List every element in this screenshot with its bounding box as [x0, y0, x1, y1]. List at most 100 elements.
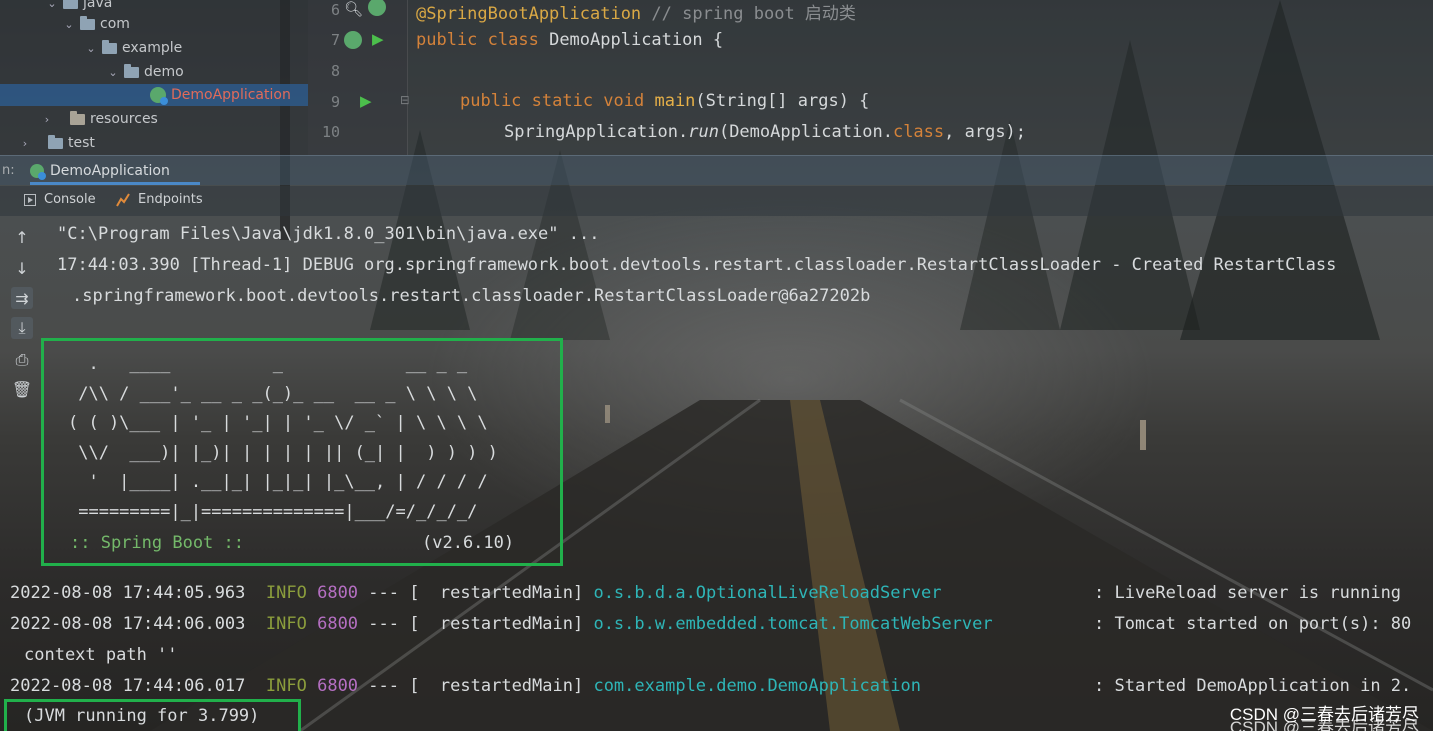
clear-all-icon[interactable]: 🗑︎: [11, 378, 33, 400]
search-bean-icon[interactable]: 🔍︎: [344, 0, 363, 18]
tab-console[interactable]: Console: [24, 192, 96, 207]
tree-item-test[interactable]: › test: [18, 132, 95, 154]
log-thread: --- [ restartedMain]: [358, 676, 594, 696]
line-number: 8: [330, 62, 340, 80]
log-level: INFO: [265, 583, 307, 603]
spring-boot-ascii-banner: . ____ _ __ _ _ /\\ / ___'_ __ _ _(_)_ _…: [68, 354, 498, 522]
tab-endpoints[interactable]: Endpoints: [116, 192, 203, 207]
editor-gutter: 6 7 8 9 10 🔍︎ ▶ ▶ ⊟: [308, 0, 410, 155]
annotation-token: @SpringBootApplication: [416, 4, 642, 24]
scroll-to-end-icon[interactable]: ⤓: [11, 317, 33, 339]
chevron-down-icon[interactable]: ⌄: [62, 18, 76, 31]
log-logger[interactable]: com.example.demo.DemoApplication: [593, 676, 921, 696]
line-number: 9: [330, 93, 340, 111]
scroll-up-icon[interactable]: ↑: [11, 226, 33, 248]
console-line: "C:\Program Files\Java\jdk1.8.0_301\bin\…: [57, 224, 600, 244]
line-number: 6: [330, 1, 340, 19]
code-editor[interactable]: @SpringBootApplication // spring boot 启动…: [408, 0, 1433, 155]
tree-item-label: test: [68, 135, 95, 151]
code-token: , args);: [944, 122, 1027, 142]
tree-item-label: example: [122, 40, 183, 56]
console-icon: [24, 193, 36, 206]
folder-icon: [48, 134, 63, 149]
line-number: 7: [330, 31, 340, 49]
tab-label: Endpoints: [138, 192, 203, 207]
console-line: 17:44:03.390 [Thread-1] DEBUG org.spring…: [57, 255, 1337, 275]
package-icon: [124, 63, 139, 78]
log-pid: 6800: [317, 583, 359, 603]
watermark: CSDN @三春去后诸芳尽: [1229, 718, 1419, 731]
scroll-down-icon[interactable]: ↓: [11, 257, 33, 279]
class-name-token: DemoApplication {: [538, 30, 724, 50]
code-line-9: public static void main(String[] args) {: [460, 91, 869, 111]
tree-item-example[interactable]: ⌄ example: [84, 37, 182, 59]
endpoints-icon: [116, 192, 130, 206]
log-logger[interactable]: o.s.b.w.embedded.tomcat.TomcatWebServer: [593, 614, 992, 634]
chevron-right-icon[interactable]: ›: [18, 137, 32, 150]
tree-item-label: demo: [144, 64, 184, 80]
log-logger[interactable]: o.s.b.d.a.OptionalLiveReloadServer: [593, 583, 941, 603]
folder-icon: [63, 0, 78, 9]
console-line: .springframework.boot.devtools.restart.c…: [72, 286, 871, 306]
log-line: 2022-08-08 17:44:05.963 INFO 6800 --- [ …: [10, 583, 941, 603]
log-thread: --- [ restartedMain]: [358, 583, 594, 603]
params-token: (String[] args) {: [695, 91, 870, 111]
spring-run-icon: [30, 163, 46, 180]
package-icon: [102, 39, 117, 54]
code-token: SpringApplication.: [504, 122, 689, 142]
spring-bean-icon[interactable]: [368, 0, 386, 16]
log-timestamp: 2022-08-08 17:44:06.003: [10, 614, 246, 634]
spring-config-icon[interactable]: [344, 31, 362, 49]
tree-item-java[interactable]: ⌄ java: [45, 0, 112, 14]
log-line: 2022-08-08 17:44:06.017 INFO 6800 --- [ …: [10, 676, 921, 696]
log-line: 2022-08-08 17:44:06.003 INFO 6800 --- [ …: [10, 614, 993, 634]
tree-item-demoapplication[interactable]: DemoApplication: [0, 84, 308, 106]
chevron-down-icon[interactable]: ⌄: [45, 0, 59, 10]
code-line-7: public class DemoApplication {: [416, 30, 723, 50]
keyword-token: class: [477, 30, 539, 50]
project-tree: ⌄ java ⌄ com ⌄ example ⌄ demo DemoApplic…: [0, 0, 308, 155]
method-name-token: main: [644, 91, 696, 111]
spring-class-icon: [150, 87, 168, 105]
code-line-10: SpringApplication.run(DemoApplication.cl…: [504, 122, 1026, 142]
tree-item-demo[interactable]: ⌄ demo: [106, 61, 184, 83]
tree-item-label: resources: [90, 111, 158, 127]
log-message: : LiveReload server is running: [1094, 583, 1402, 603]
keyword-token: class: [892, 122, 945, 142]
chevron-right-icon[interactable]: ›: [40, 113, 54, 126]
run-main-icon[interactable]: ▶: [360, 92, 372, 110]
soft-wrap-icon[interactable]: ⇉: [11, 287, 33, 309]
keyword-token: public: [416, 30, 478, 50]
tree-item-resources[interactable]: › resources: [40, 108, 158, 130]
chevron-down-icon[interactable]: ⌄: [84, 42, 98, 55]
comment-token: // spring boot 启动类: [641, 4, 856, 24]
package-icon: [80, 15, 95, 30]
log-pid: 6800: [317, 676, 359, 696]
log-timestamp: 2022-08-08 17:44:05.963: [10, 583, 246, 603]
code-line-6: @SpringBootApplication // spring boot 启动…: [416, 0, 856, 24]
tree-item-com[interactable]: ⌄ com: [62, 13, 130, 35]
method-call-token: run: [688, 122, 719, 142]
resources-folder-icon: [70, 110, 85, 125]
jvm-running-line: (JVM running for 3.799): [24, 706, 260, 726]
log-thread: --- [ restartedMain]: [358, 614, 594, 634]
log-pid: 6800: [317, 614, 359, 634]
line-number: 10: [321, 123, 340, 141]
log-level: INFO: [265, 614, 307, 634]
code-token: (DemoApplication.: [718, 122, 893, 142]
tree-item-label: com: [100, 16, 130, 32]
run-tab-demoapplication[interactable]: DemoApplication: [30, 159, 200, 185]
log-timestamp: 2022-08-08 17:44:06.017: [10, 676, 246, 696]
run-tab-label: DemoApplication: [50, 162, 170, 179]
tree-item-label: java: [83, 0, 113, 11]
tree-item-label: DemoApplication: [171, 87, 291, 103]
chevron-down-icon[interactable]: ⌄: [106, 66, 120, 79]
keyword-token: public static void: [460, 91, 645, 111]
log-level: INFO: [265, 676, 307, 696]
run-gutter-icon[interactable]: ▶: [372, 30, 384, 48]
log-message: : Started DemoApplication in 2.: [1094, 676, 1412, 696]
spring-boot-banner-highlight: . ____ _ __ _ _ /\\ / ___'_ __ _ _(_)_ _…: [41, 338, 563, 566]
tab-label: Console: [44, 192, 96, 207]
spring-boot-version: (v2.6.10): [422, 533, 515, 553]
print-icon[interactable]: ⎙: [11, 349, 33, 371]
